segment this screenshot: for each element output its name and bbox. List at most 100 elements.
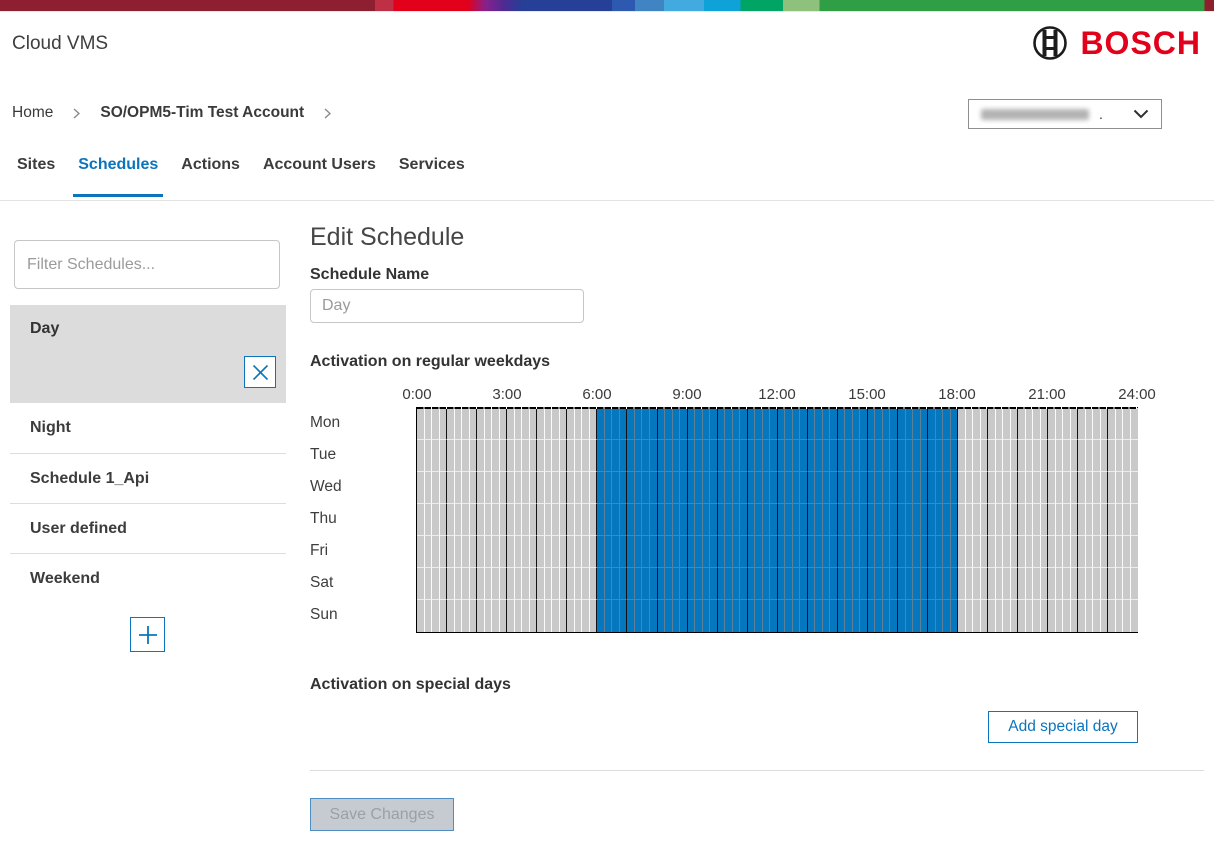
time-slot[interactable]: [612, 536, 620, 568]
time-slot[interactable]: [552, 408, 560, 440]
time-slot[interactable]: [432, 600, 440, 632]
time-slot[interactable]: [440, 408, 448, 440]
time-slot[interactable]: [988, 504, 996, 536]
time-slot[interactable]: [1078, 440, 1086, 472]
time-slot[interactable]: [470, 504, 478, 536]
time-slot[interactable]: [1033, 568, 1041, 600]
time-slot[interactable]: [470, 600, 478, 632]
time-slot[interactable]: [800, 440, 808, 472]
time-slot[interactable]: [853, 600, 861, 632]
time-slot[interactable]: [906, 504, 914, 536]
time-slot[interactable]: [1116, 472, 1124, 504]
time-slot[interactable]: [1078, 536, 1086, 568]
time-slot[interactable]: [785, 600, 793, 632]
breadcrumb-home-link[interactable]: Home: [12, 104, 53, 122]
time-slot[interactable]: [1063, 568, 1071, 600]
time-slot[interactable]: [958, 600, 966, 632]
time-slot[interactable]: [590, 568, 598, 600]
time-slot[interactable]: [853, 568, 861, 600]
time-slot[interactable]: [500, 536, 508, 568]
time-slot[interactable]: [778, 568, 786, 600]
time-slot[interactable]: [808, 536, 816, 568]
time-slot[interactable]: [793, 472, 801, 504]
time-slot[interactable]: [890, 536, 898, 568]
time-slot[interactable]: [560, 440, 568, 472]
time-slot[interactable]: [642, 472, 650, 504]
time-slot[interactable]: [1033, 440, 1041, 472]
time-slot[interactable]: [988, 440, 996, 472]
time-slot[interactable]: [785, 504, 793, 536]
time-slot[interactable]: [703, 504, 711, 536]
time-slot[interactable]: [545, 536, 553, 568]
time-slot[interactable]: [921, 568, 929, 600]
time-slot[interactable]: [650, 568, 658, 600]
time-slot[interactable]: [853, 504, 861, 536]
time-slot[interactable]: [567, 536, 575, 568]
time-slot[interactable]: [425, 440, 433, 472]
time-slot[interactable]: [860, 536, 868, 568]
time-slot[interactable]: [710, 472, 718, 504]
time-slot[interactable]: [1116, 600, 1124, 632]
time-slot[interactable]: [718, 504, 726, 536]
time-slot[interactable]: [620, 440, 628, 472]
time-slot[interactable]: [748, 472, 756, 504]
time-slot[interactable]: [665, 504, 673, 536]
time-slot[interactable]: [868, 504, 876, 536]
time-slot[interactable]: [763, 440, 771, 472]
time-slot[interactable]: [1011, 504, 1019, 536]
time-slot[interactable]: [597, 440, 605, 472]
time-slot[interactable]: [1063, 600, 1071, 632]
time-slot[interactable]: [815, 504, 823, 536]
filter-schedules-input[interactable]: [14, 240, 280, 289]
time-slot[interactable]: [673, 472, 681, 504]
time-slot[interactable]: [432, 536, 440, 568]
time-slot[interactable]: [597, 568, 605, 600]
time-slot[interactable]: [673, 504, 681, 536]
time-slot[interactable]: [688, 600, 696, 632]
time-slot[interactable]: [447, 472, 455, 504]
time-slot[interactable]: [988, 568, 996, 600]
time-slot[interactable]: [1071, 504, 1079, 536]
time-slot[interactable]: [890, 472, 898, 504]
schedule-list-item-selected[interactable]: Day: [10, 305, 286, 403]
time-slot[interactable]: [673, 600, 681, 632]
time-slot[interactable]: [635, 568, 643, 600]
time-slot[interactable]: [853, 472, 861, 504]
time-slot[interactable]: [545, 440, 553, 472]
time-slot[interactable]: [936, 472, 944, 504]
time-slot[interactable]: [868, 440, 876, 472]
time-slot[interactable]: [725, 536, 733, 568]
time-slot[interactable]: [462, 504, 470, 536]
time-slot[interactable]: [530, 440, 538, 472]
time-slot[interactable]: [958, 568, 966, 600]
time-slot[interactable]: [477, 600, 485, 632]
time-slot[interactable]: [522, 408, 530, 440]
time-slot[interactable]: [560, 600, 568, 632]
time-slot[interactable]: [1018, 536, 1026, 568]
time-slot[interactable]: [1131, 408, 1138, 440]
schedule-name-input[interactable]: [310, 289, 584, 323]
time-slot[interactable]: [627, 568, 635, 600]
time-slot[interactable]: [462, 408, 470, 440]
time-slot[interactable]: [455, 536, 463, 568]
time-slot[interactable]: [597, 472, 605, 504]
time-slot[interactable]: [951, 536, 959, 568]
time-slot[interactable]: [988, 600, 996, 632]
time-slot[interactable]: [800, 408, 808, 440]
time-slot[interactable]: [1003, 472, 1011, 504]
time-slot[interactable]: [973, 504, 981, 536]
time-slot[interactable]: [417, 568, 425, 600]
time-slot[interactable]: [545, 600, 553, 632]
time-slot[interactable]: [560, 568, 568, 600]
time-slot[interactable]: [860, 472, 868, 504]
time-slot[interactable]: [447, 440, 455, 472]
time-slot[interactable]: [996, 536, 1004, 568]
time-slot[interactable]: [725, 568, 733, 600]
time-slot[interactable]: [1071, 408, 1079, 440]
schedule-list-item-weekend[interactable]: Weekend: [10, 553, 286, 603]
time-slot[interactable]: [1048, 440, 1056, 472]
time-slot[interactable]: [875, 504, 883, 536]
time-slot[interactable]: [530, 536, 538, 568]
time-slot[interactable]: [1116, 504, 1124, 536]
time-slot[interactable]: [838, 440, 846, 472]
